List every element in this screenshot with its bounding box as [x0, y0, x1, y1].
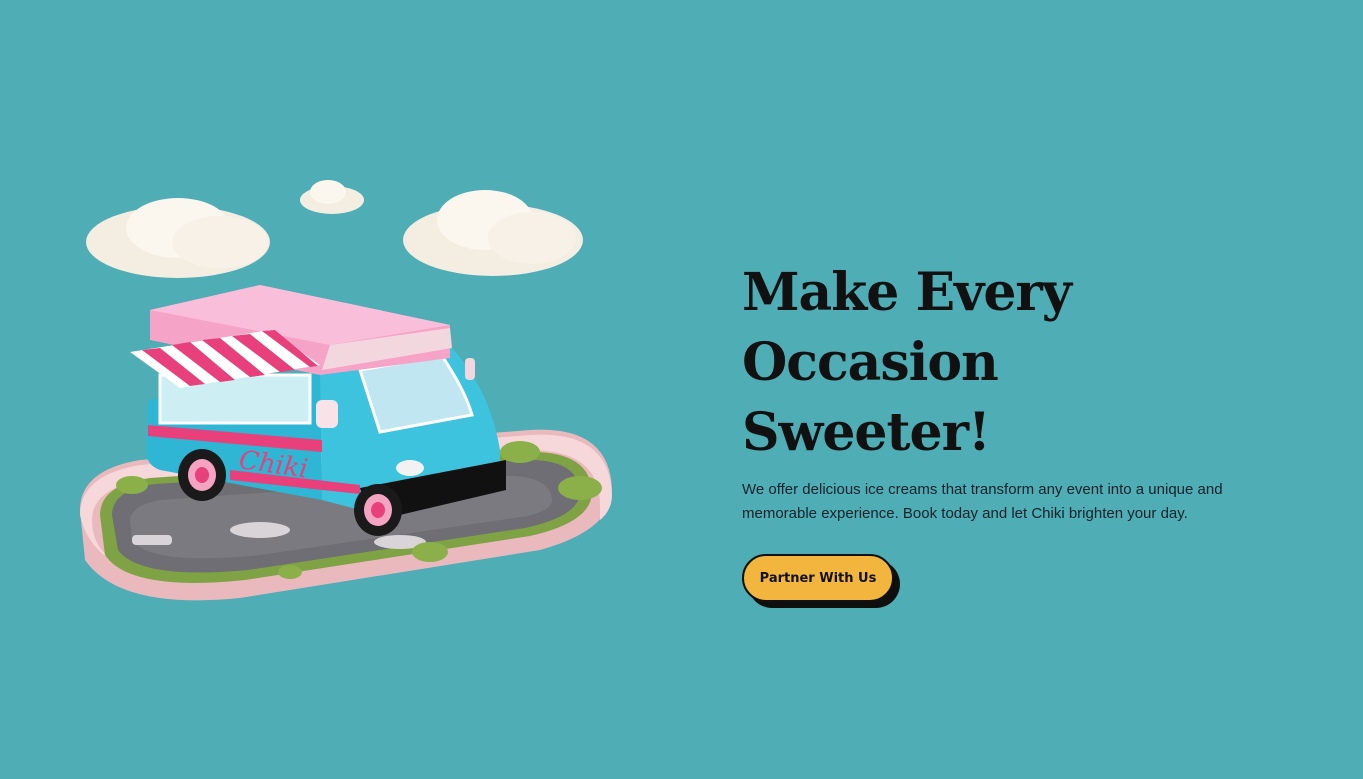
- cloud-small: [300, 180, 364, 214]
- cta-wrapper: Partner With Us: [742, 554, 902, 610]
- partner-with-us-button[interactable]: Partner With Us: [742, 554, 894, 602]
- hero-headline: Make Every Occasion Sweeter!: [742, 258, 1262, 468]
- ice-cream-truck-illustration: Chiki: [60, 170, 630, 620]
- hero-section: Chiki Make Every Occasion Sweeter! We of…: [0, 0, 1363, 779]
- cloud-right: [403, 190, 583, 276]
- hero-description: We offer delicious ice creams that trans…: [742, 481, 1223, 522]
- hero-copy: Make Every Occasion Sweeter! We offer de…: [742, 258, 1262, 610]
- cloud-left: [86, 198, 270, 278]
- truck-scene-svg: Chiki: [80, 180, 612, 601]
- hero-headline-line-1: Make Every: [742, 262, 1072, 323]
- hero-headline-line-2: Occasion Sweeter!: [742, 332, 999, 463]
